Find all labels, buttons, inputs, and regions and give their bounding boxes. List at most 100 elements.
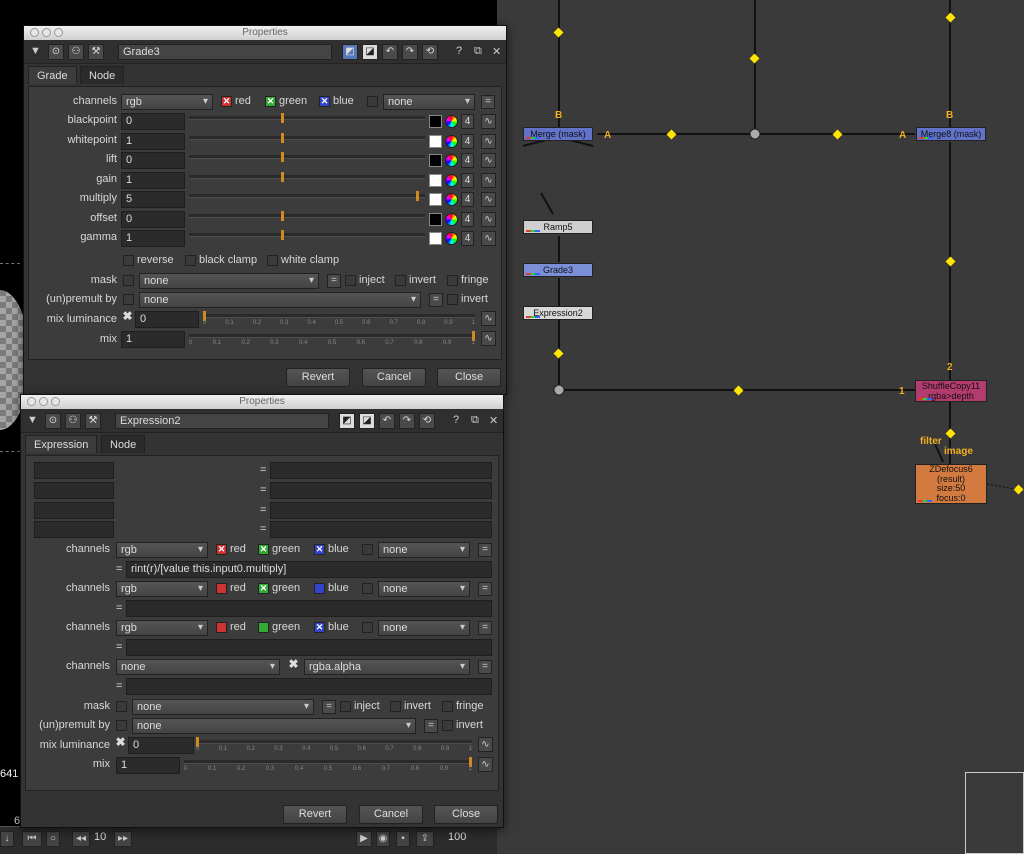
temp-expr-field-1[interactable] bbox=[270, 482, 492, 499]
gamma-channels-button[interactable]: 4 bbox=[461, 231, 474, 246]
mask-checkbox[interactable] bbox=[116, 701, 127, 712]
rewind-icon[interactable]: ◂◂ bbox=[72, 831, 90, 847]
black-clamp-checkbox[interactable] bbox=[185, 255, 196, 266]
premult-invert-checkbox[interactable] bbox=[442, 720, 453, 731]
mix-luminance-field[interactable]: 0 bbox=[135, 311, 199, 328]
channels3-extra-dropdown[interactable]: rgba.alpha bbox=[304, 659, 470, 675]
step-icon[interactable]: ↓ bbox=[0, 831, 14, 847]
fringe-checkbox[interactable] bbox=[447, 275, 458, 286]
help-icon[interactable]: ? bbox=[453, 414, 459, 426]
node-tree-icon[interactable]: ⚇ bbox=[68, 44, 84, 60]
temp-expr-field-2[interactable] bbox=[270, 502, 492, 519]
mix-luminance-slider[interactable]: 0 0.1 0.2 0.3 0.4 0.5 0.6 0.7 0.8 0.9 1 bbox=[196, 737, 472, 754]
close-button[interactable]: Close bbox=[437, 368, 501, 387]
channels0-green-checkbox[interactable]: ✕ bbox=[258, 544, 269, 555]
channels0-alpha-checkbox[interactable] bbox=[362, 544, 373, 555]
multiply-slider[interactable] bbox=[189, 191, 425, 208]
premult-invert-checkbox[interactable] bbox=[447, 294, 458, 305]
multiply-curve-icon[interactable]: ∿ bbox=[481, 192, 496, 207]
frame-increment[interactable]: 10 bbox=[94, 831, 106, 843]
node-name-field[interactable]: Grade3 bbox=[118, 44, 332, 60]
gain-swatch[interactable] bbox=[429, 173, 442, 187]
mix-curve-icon[interactable]: ∿ bbox=[481, 331, 496, 346]
channels0-extra-dropdown[interactable]: none bbox=[378, 542, 470, 558]
channels2-red-checkbox[interactable] bbox=[216, 622, 227, 633]
channels3-link-button[interactable]: = bbox=[478, 660, 492, 674]
mask-color-icon[interactable]: ◩ bbox=[342, 44, 358, 60]
loop-icon[interactable]: ◉ bbox=[376, 831, 390, 847]
mask-link-button[interactable]: = bbox=[322, 700, 336, 714]
channels-dropdown[interactable]: rgb bbox=[121, 94, 213, 110]
panel-titlebar[interactable]: Properties bbox=[21, 395, 503, 409]
mix-luminance-slider[interactable]: 0 0.1 0.2 0.3 0.4 0.5 0.6 0.7 0.8 0.9 1 bbox=[203, 311, 475, 328]
whitepoint-field[interactable]: 1 bbox=[121, 132, 185, 150]
mix-luminance-checkbox[interactable]: ✖ bbox=[122, 310, 133, 323]
inject-checkbox[interactable] bbox=[345, 275, 356, 286]
expr3-field[interactable] bbox=[126, 678, 492, 695]
channels3-alpha-checkbox[interactable]: ✖ bbox=[288, 658, 299, 671]
skip-start-icon[interactable]: ⏮ bbox=[22, 831, 42, 847]
mix-field[interactable]: 1 bbox=[121, 331, 185, 348]
temp-name-field-1[interactable] bbox=[34, 482, 114, 499]
mix-curve-icon[interactable]: ∿ bbox=[478, 757, 493, 772]
undo-icon[interactable]: ↶ bbox=[382, 44, 398, 60]
tab-expression[interactable]: Expression bbox=[25, 435, 98, 453]
channels2-extra-dropdown[interactable]: none bbox=[378, 620, 470, 636]
color-wheel-icon[interactable] bbox=[445, 193, 458, 206]
lift-field[interactable]: 0 bbox=[121, 152, 185, 169]
channels1-dropdown[interactable]: rgb bbox=[116, 581, 208, 597]
node-ramp5[interactable]: Ramp5 bbox=[523, 220, 593, 234]
gain-channels-button[interactable]: 4 bbox=[461, 172, 474, 188]
multiply-swatch[interactable] bbox=[429, 193, 442, 206]
blackpoint-field[interactable]: 0 bbox=[121, 113, 185, 130]
node-tree-icon[interactable]: ⚇ bbox=[65, 413, 81, 429]
wrench-icon[interactable]: ⚒ bbox=[88, 44, 104, 60]
mix-slider[interactable]: 0 0.1 0.2 0.3 0.4 0.5 0.6 0.7 0.8 0.9 1 bbox=[184, 757, 472, 774]
mix-field[interactable]: 1 bbox=[116, 757, 180, 774]
color-wheel-icon[interactable] bbox=[445, 212, 458, 226]
premult-dropdown[interactable]: none bbox=[132, 718, 416, 734]
gain-field[interactable]: 1 bbox=[121, 171, 185, 189]
record-icon[interactable]: ○ bbox=[46, 831, 60, 847]
premult-link-button[interactable]: = bbox=[424, 719, 438, 733]
extra-channel-dropdown[interactable]: none bbox=[383, 94, 475, 110]
close-window-icon[interactable] bbox=[30, 28, 39, 37]
revert-button[interactable]: Revert bbox=[286, 368, 350, 387]
channels1-blue-checkbox[interactable] bbox=[314, 583, 325, 594]
collapse-triangle-icon[interactable]: ▼ bbox=[30, 45, 41, 57]
gain-slider[interactable] bbox=[189, 171, 425, 189]
green-checkbox[interactable]: ✕ bbox=[265, 96, 276, 107]
offset-channels-button[interactable]: 4 bbox=[461, 211, 474, 227]
lift-swatch[interactable] bbox=[429, 154, 442, 167]
channels2-blue-checkbox[interactable]: ✕ bbox=[314, 622, 325, 633]
reverse-checkbox[interactable] bbox=[123, 255, 134, 266]
color-wheel-icon[interactable] bbox=[445, 115, 458, 128]
alpha-checkbox[interactable] bbox=[367, 96, 378, 107]
invert-checkbox[interactable] bbox=[395, 275, 406, 286]
whitepoint-slider[interactable] bbox=[189, 132, 425, 150]
color-wheel-icon[interactable] bbox=[445, 134, 458, 148]
zoom-window-icon[interactable] bbox=[51, 397, 60, 406]
cancel-button[interactable]: Cancel bbox=[362, 368, 426, 387]
node-merge8[interactable]: Merge8 (mask) bbox=[916, 127, 986, 141]
node-grade3[interactable]: Grade3 bbox=[523, 263, 593, 277]
flipbook-icon[interactable]: ▪ bbox=[396, 831, 410, 847]
close-window-icon[interactable] bbox=[27, 397, 36, 406]
mix-slider[interactable]: 0 0.1 0.2 0.3 0.4 0.5 0.6 0.7 0.8 0.9 1 bbox=[189, 331, 475, 348]
gain-curve-icon[interactable]: ∿ bbox=[481, 172, 496, 188]
whitepoint-curve-icon[interactable]: ∿ bbox=[481, 133, 496, 149]
zoom-window-icon[interactable] bbox=[54, 28, 63, 37]
lift-curve-icon[interactable]: ∿ bbox=[481, 153, 496, 168]
channels0-blue-checkbox[interactable]: ✕ bbox=[314, 544, 325, 555]
minimize-window-icon[interactable] bbox=[39, 397, 48, 406]
channels2-dropdown[interactable]: rgb bbox=[116, 620, 208, 636]
temp-name-field-3[interactable] bbox=[34, 521, 114, 538]
export-icon[interactable]: ⇪ bbox=[416, 831, 434, 847]
channels1-red-checkbox[interactable] bbox=[216, 583, 227, 594]
collapse-triangle-icon[interactable]: ▼ bbox=[27, 414, 38, 426]
wrench-icon[interactable]: ⚒ bbox=[85, 413, 101, 429]
node-merge-disabled[interactable]: Merge (mask) bbox=[523, 127, 593, 141]
mix-luminance-checkbox[interactable]: ✖ bbox=[115, 736, 126, 749]
blackpoint-slider[interactable] bbox=[189, 113, 425, 130]
revert-button[interactable]: Revert bbox=[283, 805, 347, 824]
